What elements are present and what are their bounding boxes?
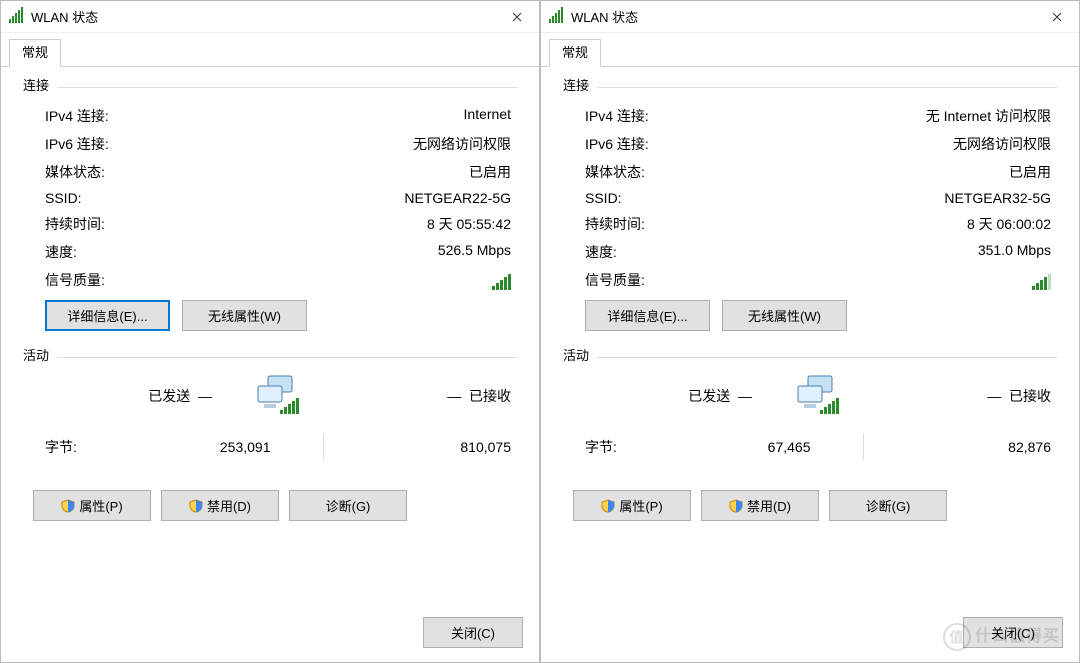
signal-strength-icon [1032,272,1051,290]
disable-button[interactable]: 禁用(D) [701,490,819,521]
tab-general[interactable]: 常规 [549,39,601,67]
diagnose-button[interactable]: 诊断(G) [829,490,947,521]
close-button[interactable]: 关闭(C) [423,617,523,648]
media-state-value: 已启用 [469,162,511,182]
tab-strip: 常规 [541,33,1079,67]
connection-details: IPv4 连接:无 Internet 访问权限 IPv6 连接:无网络访问权限 … [563,102,1057,290]
window-title: WLAN 状态 [31,7,495,26]
media-state-value: 已启用 [1009,162,1051,182]
duration-label: 持续时间: [45,214,105,234]
ssid-label: SSID: [45,190,82,206]
disable-button[interactable]: 禁用(D) [161,490,279,521]
wireless-properties-button[interactable]: 无线属性(W) [722,300,847,331]
media-state-label: 媒体状态: [45,162,105,182]
received-label: 已接收 [1009,388,1051,404]
ssid-value: NETGEAR22-5G [404,190,511,206]
shield-icon [729,499,743,513]
ssid-label: SSID: [585,190,622,206]
bytes-sent-value: 253,091 [135,439,295,455]
network-activity-icon [790,374,846,418]
connection-details: IPv4 连接: Internet IPv6 连接: 无网络访问权限 媒体状态: 已启… [23,102,517,290]
signal-quality-label: 信号质量: [585,270,645,290]
divider [323,434,324,460]
titlebar: WLAN 状态 [541,1,1079,33]
activity-group-label: 活动 [23,345,49,364]
sent-label: 已发送 [688,388,730,404]
connection-group-label: 连接 [23,75,49,94]
sent-label: 已发送 [148,388,190,404]
wireless-properties-button[interactable]: 无线属性(W) [182,300,307,331]
ipv4-value: Internet [464,106,511,126]
shield-icon [601,499,615,513]
connection-group-label: 连接 [563,75,589,94]
close-button[interactable]: 关闭(C) [963,617,1063,648]
window-title: WLAN 状态 [571,7,1035,26]
ipv6-value: 无网络访问权限 [953,134,1051,154]
speed-value: 526.5 Mbps [438,242,511,262]
divider [57,357,517,358]
wifi-titlebar-icon [9,9,25,25]
properties-button[interactable]: 属性(P) [33,490,151,521]
titlebar: WLAN 状态 [1,1,539,33]
duration-value: 8 天 06:00:02 [967,214,1051,234]
tab-general[interactable]: 常规 [9,39,61,67]
ssid-value: NETGEAR32-5G [944,190,1051,206]
signal-strength-icon [492,272,511,290]
close-icon [512,12,522,22]
details-button[interactable]: 详细信息(E)... [585,300,710,331]
bytes-label: 字节: [45,437,135,457]
shield-icon [61,499,75,513]
media-state-label: 媒体状态: [585,162,645,182]
bytes-label: 字节: [585,437,675,457]
divider [57,87,517,88]
ipv4-value: 无 Internet 访问权限 [926,106,1051,126]
close-window-button[interactable] [1035,1,1079,33]
ipv6-label: IPv6 连接: [45,134,109,154]
close-window-button[interactable] [495,1,539,33]
received-label: 已接收 [469,388,511,404]
divider [863,434,864,460]
wifi-titlebar-icon [549,9,565,25]
bytes-received-value: 82,876 [892,439,1052,455]
duration-label: 持续时间: [585,214,645,234]
network-activity-icon [250,374,306,418]
tab-strip: 常规 [1,33,539,67]
speed-label: 速度: [45,242,77,262]
duration-value: 8 天 05:55:42 [427,214,511,234]
diagnose-button[interactable]: 诊断(G) [289,490,407,521]
activity-group-label: 活动 [563,345,589,364]
bytes-sent-value: 67,465 [675,439,835,455]
ipv4-label: IPv4 连接: [585,106,649,126]
wlan-status-dialog: WLAN 状态 常规 连接 IPv4 连接: 无 Internet 访问权限 IP… [540,0,1080,663]
wlan-status-dialog: WLAN 状态 常规 连接 IPv4 连接: Internet IPv6 连接: 无… [0,0,540,663]
details-button[interactable]: 详细信息(E)... [45,300,170,331]
divider [597,357,1057,358]
speed-label: 速度: [585,242,617,262]
bytes-received-value: 810,075 [352,439,512,455]
close-icon [1052,12,1062,22]
ipv6-label: IPv6 连接: [585,134,649,154]
ipv6-value: 无网络访问权限 [413,134,511,154]
divider [597,87,1057,88]
signal-quality-label: 信号质量: [45,270,105,290]
shield-icon [189,499,203,513]
properties-button[interactable]: 属性(P) [573,490,691,521]
ipv4-label: IPv4 连接: [45,106,109,126]
speed-value: 351.0 Mbps [978,242,1051,262]
